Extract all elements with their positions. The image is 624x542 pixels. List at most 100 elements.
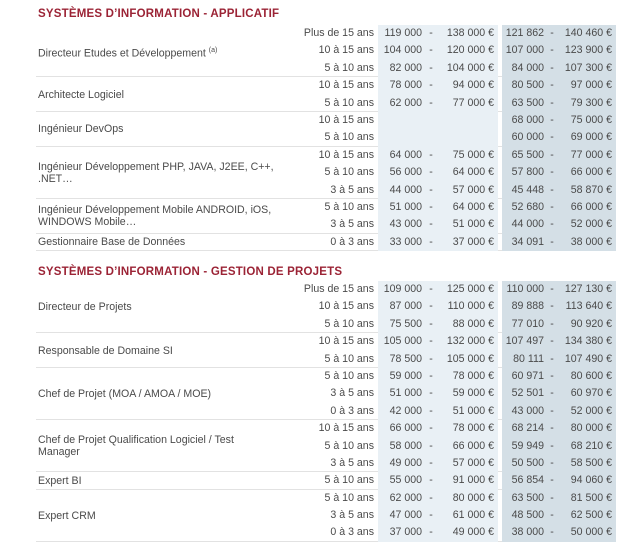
table-row: 5 à 10 ans 82 000-104 000 €84 000-107 300… <box>36 59 616 78</box>
salary-range-2020: 84 000-107 300 € <box>502 59 616 78</box>
salary-range-2020: 52 680- 66 000 € <box>502 198 616 217</box>
experience-cell: 5 à 10 ans <box>324 61 374 74</box>
job-group: 10 à 15 ans 105 000-132 000 €107 497-134 … <box>36 333 616 368</box>
range-dash: - <box>550 317 554 330</box>
salary-min: 119 000 <box>384 27 422 39</box>
range-dash: - <box>550 491 554 504</box>
experience-cell: 10 à 15 ans <box>318 300 374 313</box>
salary-range-2020: 63 500- 81 500 € <box>502 489 616 508</box>
job-title: Chef de Projet (MOA / AMOA / MOE) <box>38 388 278 400</box>
salary-range-2019: 105 000-132 000 € <box>378 333 498 351</box>
salary-range-2020: 80 111-107 490 € <box>502 350 616 368</box>
salary-range-2020: 121 862-140 460 € <box>502 25 616 43</box>
job-title-text: Chef de Projet Qualification Logiciel / … <box>38 434 234 459</box>
job-title: Directeur de Projets <box>38 301 278 313</box>
range-dash: - <box>550 335 554 348</box>
footnote-marker: (a) <box>208 47 218 55</box>
range-dash: - <box>550 44 554 57</box>
experience-cell: 10 à 15 ans <box>318 335 374 348</box>
salary-max: 78 000 € <box>452 369 494 382</box>
job-group: 10 à 15 ans 66 000-78 000 €68 214-80 000 … <box>36 420 616 473</box>
salary-range-2020: 89 888-113 640 € <box>502 298 616 316</box>
experience-cell: 5 à 10 ans <box>324 166 374 179</box>
job-group: 10 à 15 ans 64 000-75 000 €65 500-77 000 … <box>36 146 616 199</box>
range-dash: - <box>429 422 433 435</box>
salary-range-2019: 33 000- 37 000 € <box>378 233 498 252</box>
range-dash: - <box>550 456 554 469</box>
job-title-text: Responsable de Domaine SI <box>38 344 173 357</box>
salary-range-2020: 57 800- 66 000 € <box>502 164 616 182</box>
salary-max: 77 000 € <box>452 96 494 109</box>
salary-range-2020: 38 000- 50 000 € <box>502 524 616 542</box>
salary-range-2019: 78 500-105 000 € <box>378 350 498 368</box>
experience-cell: 3 à 5 ans <box>330 218 374 231</box>
salary-min: 50 500 <box>511 456 544 469</box>
salary-max: 62 500 € <box>570 509 612 522</box>
salary-min: 64 000 <box>389 148 422 161</box>
job-title-text: Architecte Logiciel <box>38 88 124 101</box>
job-group: 5 à 10 ans 55 000-91 000 €56 854-94 060 €… <box>36 472 616 490</box>
job-group: Plus de 15 ans 119 000-138 000 €121 862-1… <box>36 25 616 78</box>
range-dash: - <box>550 369 554 382</box>
salary-max: 51 000 € <box>452 404 494 417</box>
range-dash: - <box>429 79 433 92</box>
table-applicatif: Plus de 15 ans 119 000-138 000 €121 862-1… <box>36 25 616 252</box>
salary-min: 47 000 <box>389 509 422 522</box>
range-dash: - <box>550 200 554 213</box>
salary-range-2019: 43 000- 51 000 € <box>378 216 498 234</box>
salary-max: 66 000 € <box>570 166 612 179</box>
range-dash: - <box>429 491 433 504</box>
job-group: 5 à 10 ans 62 000-80 000 €63 500-81 500 €… <box>36 489 616 542</box>
experience-cell: 3 à 5 ans <box>330 509 374 522</box>
job-title-text: Directeur Etudes et Développement <box>38 47 206 60</box>
salary-max: 58 870 € <box>570 183 612 196</box>
salary-max: 107 490 € <box>564 352 612 365</box>
salary-max: 110 000 € <box>447 300 494 313</box>
experience-cell: Plus de 15 ans <box>303 27 374 39</box>
salary-min: 51 000 <box>389 200 422 213</box>
salary-max: 80 000 € <box>570 422 612 435</box>
range-dash: - <box>429 96 433 109</box>
salary-min: 68 000 <box>511 113 544 126</box>
salary-max: 69 000 € <box>570 131 612 144</box>
salary-max: 75 000 € <box>570 113 612 126</box>
salary-range-2019: 62 000- 80 000 € <box>378 489 498 508</box>
salary-max: 125 000 € <box>446 283 494 295</box>
salary-max: 104 000 € <box>446 61 494 74</box>
salary-max: 51 000 € <box>452 218 494 231</box>
salary-min: 33 000 <box>389 235 422 248</box>
salary-min: 60 000 <box>511 131 544 144</box>
salary-min: 107 497 <box>505 335 544 348</box>
table-row: 0 à 3 ans 42 000-51 000 €43 000-52 000 € <box>36 402 616 421</box>
range-dash: - <box>429 509 433 522</box>
salary-min: 75 500 <box>389 317 422 330</box>
job-title: Expert CRM <box>38 510 278 522</box>
salary-min: 78 000 <box>389 79 422 92</box>
salary-max: 123 900 € <box>564 44 612 57</box>
salary-max: 127 130 € <box>564 283 612 295</box>
salary-min: 52 680 <box>511 200 544 213</box>
salary-max: 91 000 € <box>452 474 494 487</box>
job-group: 10 à 15 ans 78 000-94 000 €80 500-97 000 … <box>36 77 616 112</box>
salary-range-2019: 55 000- 91 000 € <box>378 472 498 490</box>
table-gestion-projets: Plus de 15 ans 109 000-125 000 €110 000-1… <box>36 281 616 542</box>
job-title: Architecte Logiciel <box>38 89 278 101</box>
table-row: Plus de 15 ans 119 000-138 000 €121 862-1… <box>36 25 616 43</box>
salary-range-2019: 56 000- 64 000 € <box>378 164 498 182</box>
job-group: 5 à 10 ans 51 000-64 000 €52 680-66 000 €… <box>36 198 616 234</box>
experience-cell: 10 à 15 ans <box>318 79 374 92</box>
salary-range-2019: 44 000- 57 000 € <box>378 181 498 199</box>
salary-range-2020: 43 000- 52 000 € <box>502 402 616 421</box>
salary-max: 140 460 € <box>564 27 612 39</box>
range-dash: - <box>550 183 554 196</box>
range-dash: - <box>429 387 433 400</box>
salary-range-2019: 37 000- 49 000 € <box>378 524 498 542</box>
job-title: Gestionnaire Base de Données <box>38 236 278 248</box>
job-group: 0 à 3 ans 33 000-37 000 €34 091-38 000 € G… <box>36 233 616 252</box>
salary-min: 57 800 <box>511 166 544 179</box>
salary-range-2019: 109 000- 125 000 € <box>378 281 498 299</box>
salary-min: 37 000 <box>389 526 422 539</box>
job-title: Ingénieur Développement Mobile ANDROID, … <box>38 204 278 228</box>
experience-cell: 0 à 3 ans <box>330 526 374 539</box>
salary-min: 52 501 <box>511 387 544 400</box>
